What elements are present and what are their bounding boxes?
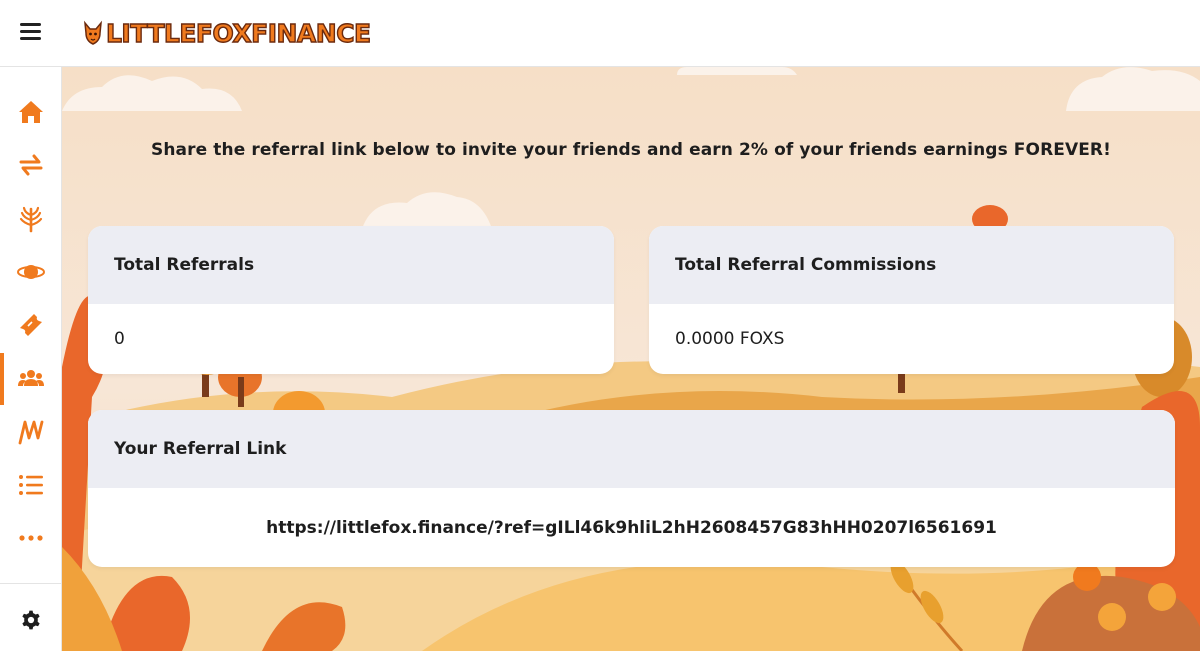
fox-logo-icon xyxy=(84,20,102,45)
referral-link-card: Your Referral Link https://littlefox.fin… xyxy=(88,410,1175,567)
sidebar-divider xyxy=(0,583,61,584)
total-commissions-card: Total Referral Commissions 0.0000 FOXS xyxy=(649,226,1174,374)
list-icon xyxy=(18,475,43,495)
more-dots-icon xyxy=(18,535,43,541)
referral-link-value[interactable]: https://littlefox.finance/?ref=gILl46k9h… xyxy=(88,488,1175,567)
intro-text: Share the referral link below to invite … xyxy=(151,140,1111,160)
sidebar-item-referrals[interactable] xyxy=(0,353,61,405)
sidebar-item-list[interactable] xyxy=(0,465,61,505)
zigzag-chart-icon xyxy=(18,420,43,445)
main-content: Share the referral link below to invite … xyxy=(62,67,1200,651)
top-bar: LITTLEFOXFINANCE xyxy=(0,0,1200,67)
sidebar-item-pools[interactable] xyxy=(0,252,61,292)
total-commissions-title: Total Referral Commissions xyxy=(649,226,1174,304)
sidebar xyxy=(0,67,62,651)
sidebar-item-lottery[interactable] xyxy=(0,305,61,345)
total-referrals-title: Total Referrals xyxy=(88,226,614,304)
total-referrals-value: 0 xyxy=(114,329,125,349)
ticket-icon xyxy=(19,314,42,336)
users-group-icon xyxy=(17,370,44,386)
logo-text: LITTLEFOXFINANCE xyxy=(105,18,372,48)
sidebar-item-chart[interactable] xyxy=(0,412,61,452)
gear-icon xyxy=(21,610,40,630)
sidebar-item-home[interactable] xyxy=(0,92,61,132)
sidebar-item-exchange[interactable] xyxy=(0,145,61,185)
referral-link-title: Your Referral Link xyxy=(88,410,1175,488)
total-referrals-card: Total Referrals 0 xyxy=(88,226,614,374)
logo[interactable]: LITTLEFOXFINANCE xyxy=(82,16,372,50)
sidebar-item-farms[interactable] xyxy=(0,199,61,239)
home-icon xyxy=(18,101,43,123)
total-commissions-value: 0.0000 FOXS xyxy=(675,329,785,349)
sidebar-item-more[interactable] xyxy=(0,518,61,558)
planet-icon xyxy=(16,265,45,279)
settings-button[interactable] xyxy=(0,600,61,640)
hamburger-menu-icon[interactable] xyxy=(20,23,41,41)
swap-arrows-icon xyxy=(19,154,42,176)
wheat-icon xyxy=(19,206,42,233)
